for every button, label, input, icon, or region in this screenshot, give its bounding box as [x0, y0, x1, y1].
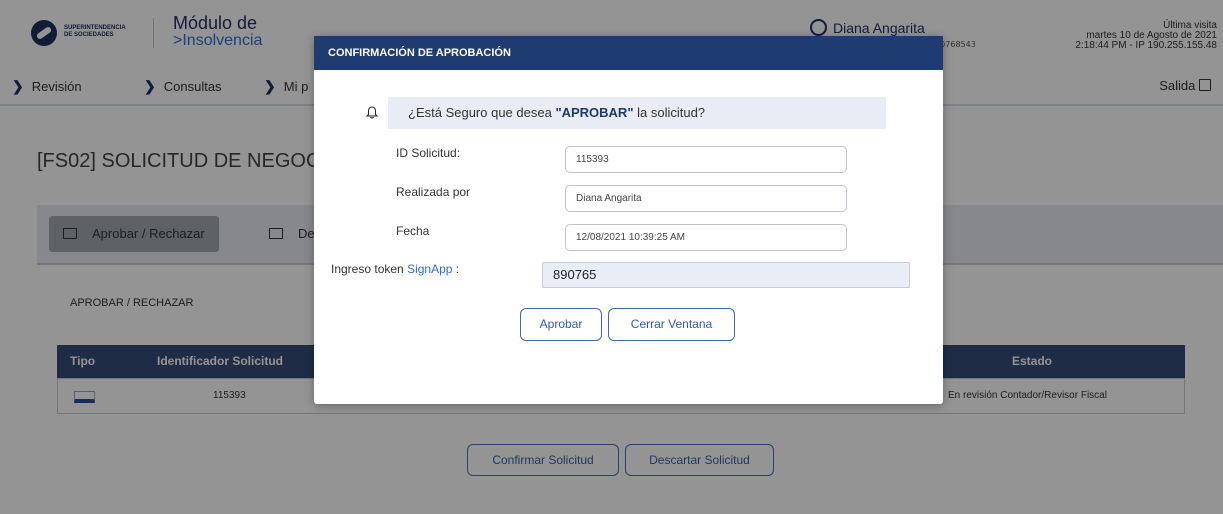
- fecha-label: Fecha: [396, 224, 430, 238]
- dialog-title: CONFIRMACIÓN DE APROBACIÓN: [314, 36, 943, 70]
- token-label-text: Ingreso token: [331, 262, 408, 276]
- fecha-field[interactable]: 12/08/2021 10:39:25 AM: [565, 224, 847, 251]
- id-solicitud-field[interactable]: 115393: [565, 146, 847, 173]
- token-input[interactable]: 890765: [542, 262, 910, 288]
- approve-button[interactable]: Aprobar: [520, 308, 602, 341]
- realizada-por-field[interactable]: Diana Angarita: [565, 185, 847, 212]
- question-text: ¿Está Seguro que desea: [408, 105, 556, 120]
- confirmation-question: ¿Está Seguro que desea "APROBAR" la soli…: [388, 97, 886, 129]
- realizada-por-label: Realizada por: [396, 185, 471, 199]
- token-label: Ingreso token SignApp :: [331, 262, 459, 276]
- bell-icon: [366, 106, 378, 119]
- question-action: "APROBAR": [555, 105, 634, 120]
- id-solicitud-label: ID Solicitud:: [396, 146, 461, 160]
- approval-confirmation-dialog: CONFIRMACIÓN DE APROBACIÓN ¿Está Seguro …: [314, 36, 943, 404]
- question-text-end: la solicitud?: [633, 105, 706, 120]
- close-window-button[interactable]: Cerrar Ventana: [608, 308, 735, 341]
- signapp-link[interactable]: SignApp: [407, 262, 452, 276]
- token-label-colon: :: [452, 262, 460, 276]
